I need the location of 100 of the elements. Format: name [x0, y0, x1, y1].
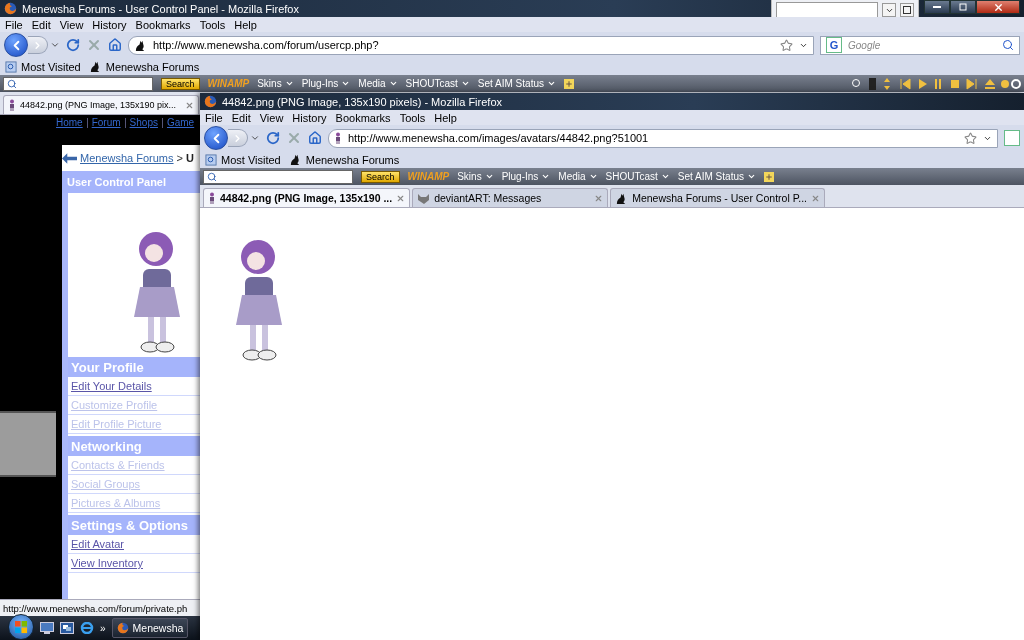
toolbar-menu[interactable]: Plug-Ins [301, 78, 351, 89]
home-button[interactable] [108, 38, 122, 52]
minimize-icon [933, 5, 941, 9]
menu-item[interactable]: Help [234, 18, 257, 31]
browser-e-icon[interactable] [80, 622, 94, 634]
home-button[interactable] [308, 131, 322, 145]
winamp-logo: WINAMP [207, 78, 250, 89]
menu-item[interactable]: Tools [399, 111, 426, 124]
nav-link[interactable]: Forum [91, 117, 121, 128]
browser-tab[interactable]: deviantART: Messages [412, 188, 609, 207]
address-field[interactable]: http://www.menewsha.com/forum/usercp.php? [128, 35, 814, 55]
star-icon [964, 131, 977, 145]
windows-icon[interactable] [60, 622, 74, 634]
cat-icon [88, 60, 102, 73]
nav-link[interactable]: Home [56, 117, 83, 128]
browser-tab[interactable]: Menewsha Forums - User Control P... [610, 188, 826, 207]
menu-item[interactable]: Edit [231, 111, 251, 124]
toolbar-menu[interactable]: Plug-Ins [501, 171, 551, 182]
start-button[interactable] [8, 614, 34, 640]
forward-icon [232, 132, 243, 144]
figurine-icon [8, 99, 16, 111]
menu-item[interactable]: Tools [199, 18, 226, 31]
side-panel [0, 411, 56, 477]
close-button[interactable] [976, 0, 1020, 14]
search-icon [7, 78, 17, 89]
more-indicator[interactable]: » [100, 622, 106, 634]
close-icon [992, 1, 1004, 13]
menu-item[interactable]: File [5, 18, 23, 31]
bookmark-item[interactable]: Menewsha Forums [288, 153, 400, 166]
search-field[interactable] [203, 169, 353, 184]
close-icon[interactable] [811, 193, 821, 203]
minimize-button[interactable] [924, 0, 950, 14]
sidebar-link[interactable]: Edit Avatar [71, 538, 124, 550]
menu-item[interactable]: Bookmarks [135, 18, 191, 31]
menu-item[interactable]: Help [434, 111, 457, 124]
toolbar-menu[interactable]: Skins [257, 78, 294, 89]
sidebar-link[interactable]: View Inventory [71, 557, 143, 569]
maximize-icon [959, 3, 967, 11]
toolbar-menu[interactable]: SHOUTcast [405, 78, 470, 89]
search-field[interactable]: G Google [820, 35, 1020, 55]
browser-tab[interactable]: 44842.png (PNG Image, 135x190 ... [203, 188, 411, 207]
menu-item[interactable]: History [92, 18, 127, 31]
caret-icon [460, 79, 470, 88]
stop-icon [286, 130, 302, 146]
caret-icon [50, 40, 60, 50]
toolbar-menu[interactable]: Set AIM Status [677, 171, 756, 182]
engine-icon[interactable] [1004, 130, 1020, 146]
window-title: 44842.png (PNG Image, 135x190 pixels) - Mozilla Firefox [222, 95, 503, 108]
restore-button[interactable] [900, 3, 914, 17]
toolbar-menu[interactable]: Set AIM Status [477, 78, 556, 89]
browser-tab[interactable]: 44842.png (PNG Image, 135x190 pix... [3, 95, 199, 114]
sidebar-link[interactable]: Edit Your Details [71, 380, 152, 392]
caret-icon [541, 172, 551, 181]
toolbar-menu[interactable]: Media [558, 171, 598, 182]
caret-icon [250, 133, 260, 143]
toolbar-menu[interactable]: SHOUTcast [605, 171, 670, 182]
history-dropdown[interactable] [250, 133, 260, 143]
toolbar-menu[interactable]: Skins [457, 171, 494, 182]
close-icon[interactable] [594, 193, 604, 203]
reload-button[interactable] [266, 131, 280, 145]
firefox-icon [204, 95, 217, 108]
nav-link[interactable]: Shops [129, 117, 158, 128]
engine-icon: G [826, 37, 842, 53]
taskbar-button[interactable]: Menewsha [111, 618, 189, 638]
breadcrumb-current: U [186, 152, 194, 164]
nav-link[interactable]: Game [166, 117, 195, 128]
bookmark-item[interactable]: Menewsha Forums [88, 60, 200, 73]
reload-button[interactable] [66, 38, 80, 52]
address-field[interactable]: http://www.menewsha.com/images/avatars/44842.png?51001 [328, 128, 998, 148]
search-icon [1002, 39, 1014, 51]
menu-item[interactable]: Bookmarks [335, 111, 391, 124]
figurine-icon [334, 132, 342, 144]
plus-icon[interactable] [764, 171, 774, 182]
close-icon[interactable] [396, 193, 406, 203]
breadcrumb-link[interactable]: Menewsha Forums [80, 152, 174, 164]
back-button[interactable] [4, 33, 28, 57]
desktop-icon[interactable] [40, 622, 54, 634]
toolbar-menu[interactable]: Media [358, 78, 398, 89]
plus-icon[interactable] [564, 78, 574, 89]
search-field[interactable] [3, 76, 153, 91]
search-button[interactable]: Search [161, 77, 200, 90]
caret-icon [484, 172, 494, 181]
menu-item[interactable]: Edit [31, 18, 51, 31]
close-icon[interactable] [185, 100, 194, 110]
back-button[interactable] [204, 126, 228, 150]
reload-icon [66, 38, 80, 52]
bookmark-item[interactable]: Most Visited [205, 153, 281, 166]
menu-item[interactable]: View [259, 111, 284, 124]
search-icon [207, 171, 217, 182]
dropdown-button[interactable] [882, 3, 896, 17]
input-field[interactable] [776, 2, 878, 18]
menu-item[interactable]: View [59, 18, 84, 31]
search-button[interactable]: Search [361, 170, 400, 183]
maximize-button[interactable] [950, 0, 976, 14]
bookmarks-icon [5, 60, 17, 73]
bookmark-item[interactable]: Most Visited [5, 60, 81, 73]
caret-icon [747, 172, 756, 181]
history-dropdown[interactable] [50, 40, 60, 50]
menu-item[interactable]: File [205, 111, 223, 124]
menu-item[interactable]: History [292, 111, 327, 124]
